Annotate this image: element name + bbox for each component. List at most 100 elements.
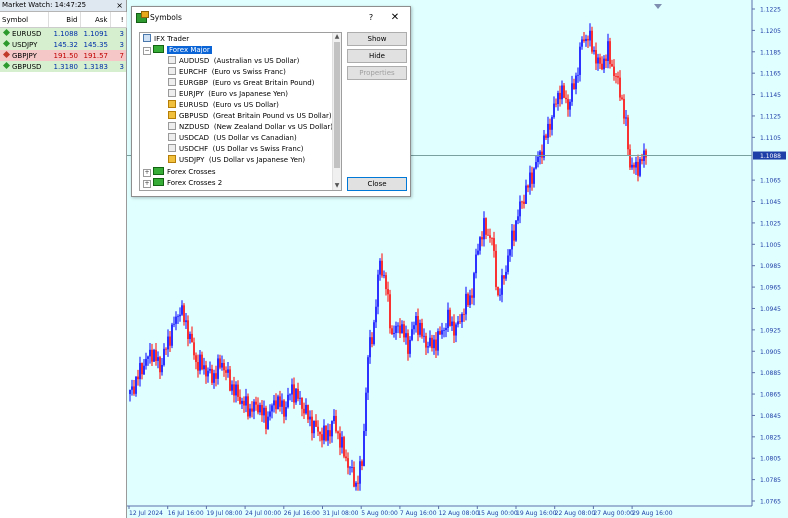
candle-body — [293, 384, 295, 403]
candle-body — [493, 238, 495, 251]
candle-body — [565, 97, 567, 100]
column-header-bid[interactable]: Bid — [48, 12, 81, 28]
candle-body — [239, 396, 241, 404]
candle-body — [583, 39, 585, 42]
tree-symbol-item[interactable]: EURJPY (Euro vs Japanese Yen) — [168, 89, 288, 100]
candle-body — [129, 389, 131, 395]
tree-root-node[interactable]: IFX Trader — [143, 34, 189, 45]
close-icon[interactable]: ✕ — [388, 7, 402, 28]
help-button[interactable]: ? — [364, 7, 378, 28]
expand-icon[interactable]: + — [143, 180, 151, 188]
tree-symbol-item[interactable]: AUDUSD (Australian vs US Dollar) — [168, 56, 299, 67]
tree-symbol-description: (US Dollar vs Japanese Yen) — [208, 156, 306, 164]
time-axis-label: 24 Jul 00:00 — [245, 510, 281, 517]
candle-body — [571, 83, 573, 102]
candle-body — [261, 405, 263, 416]
candle-body — [211, 368, 213, 383]
candle-body — [623, 98, 625, 119]
price-axis-label: 1.1165 — [760, 71, 781, 78]
candle-body — [645, 150, 647, 158]
tree-symbol-item[interactable]: USDCAD (US Dollar vs Canadian) — [168, 133, 297, 144]
market-watch-row[interactable]: GBPUSD 1.3180 1.3183 3 — [0, 61, 126, 72]
hide-button[interactable]: Hide — [347, 49, 407, 63]
candle-body — [265, 407, 267, 429]
candle-body — [489, 235, 491, 238]
candle-body — [357, 482, 359, 484]
candle-body — [287, 394, 289, 408]
tree-group-forex-crosses[interactable]: + Forex Crosses — [143, 167, 215, 178]
tree-group-forex-major[interactable]: − Forex Major — [143, 45, 212, 56]
tree-symbol-item[interactable]: EURCHF (Euro vs Swiss Franc) — [168, 67, 286, 78]
candle-body — [147, 356, 149, 359]
symbol-icon — [168, 100, 176, 108]
tree-symbol-name: USDCHF — [179, 145, 209, 153]
candle-body — [267, 416, 269, 429]
candle-body — [579, 46, 581, 75]
close-button[interactable]: Close — [347, 177, 407, 191]
tree-symbol-item[interactable]: USDCHF (US Dollar vs Swiss Franc) — [168, 144, 303, 155]
scrollbar-thumb[interactable] — [334, 42, 340, 168]
price-axis-label: 1.1205 — [760, 28, 781, 35]
tree-symbol-item[interactable]: GBPUSD (Great Britain Pound vs US Dollar… — [168, 111, 332, 122]
expand-icon[interactable]: + — [143, 169, 151, 177]
candle-body — [429, 337, 431, 347]
market-watch-close-icon[interactable]: × — [116, 0, 123, 11]
tree-symbol-item[interactable]: EURUSD (Euro vs US Dollar) — [168, 100, 279, 111]
candle-body — [277, 396, 279, 410]
candle-body — [257, 404, 259, 413]
tree-group-label: Forex Crosses 2 — [167, 179, 223, 187]
candle-body — [621, 97, 623, 99]
candle-body — [421, 322, 423, 337]
candle-body — [229, 369, 231, 391]
symbol-icon — [168, 78, 176, 86]
candle-body — [405, 333, 407, 338]
candle-body — [177, 316, 179, 318]
column-header-ask[interactable]: Ask — [80, 12, 111, 28]
candle-body — [219, 358, 221, 368]
symbols-tree[interactable]: IFX Trader − Forex Major AUDUSD (Australi… — [139, 32, 342, 191]
candle-body — [459, 321, 461, 323]
market-watch-panel: Market Watch: 14:47:25 × Symbol Bid Ask … — [0, 0, 127, 518]
symbol-cell: GBPJPY — [0, 50, 48, 61]
scroll-up-icon[interactable]: ▲ — [333, 33, 341, 41]
time-axis-label: 7 Aug 16:00 — [400, 510, 437, 517]
candle-body — [139, 363, 141, 380]
collapse-icon[interactable]: − — [143, 47, 151, 55]
candle-body — [279, 396, 281, 407]
candle-body — [337, 431, 339, 434]
candle-body — [531, 172, 533, 184]
candle-body — [169, 336, 171, 346]
tree-symbol-item[interactable]: EURGBP (Euro vs Great Britain Pound) — [168, 78, 314, 89]
candle-body — [555, 103, 557, 105]
candle-body — [365, 392, 367, 432]
tree-root-label: IFX Trader — [154, 35, 190, 43]
market-watch-row[interactable]: USDJPY 145.32 145.35 3 — [0, 39, 126, 50]
tree-group-forex-crosses-2[interactable]: + Forex Crosses 2 — [143, 178, 222, 189]
candle-body — [567, 99, 569, 110]
candle-body — [507, 255, 509, 272]
tree-symbol-item[interactable]: USDJPY (US Dollar vs Japanese Yen) — [168, 155, 305, 166]
candle-body — [319, 431, 321, 435]
candle-body — [173, 323, 175, 325]
candle-body — [237, 384, 239, 397]
candle-body — [629, 149, 631, 168]
ask-cell: 1.3183 — [80, 61, 110, 72]
market-watch-row[interactable]: EURUSD 1.1088 1.1091 3 — [0, 27, 126, 39]
candle-body — [523, 201, 525, 204]
show-button[interactable]: Show — [347, 32, 407, 46]
column-header-symbol[interactable]: Symbol — [0, 12, 49, 28]
scroll-down-icon[interactable]: ▼ — [333, 182, 341, 190]
dialog-title-bar[interactable]: Symbols ? ✕ — [132, 7, 410, 28]
tree-scrollbar[interactable]: ▲ ▼ — [332, 33, 341, 190]
candle-body — [373, 322, 375, 345]
candle-body — [317, 426, 319, 432]
tree-symbol-item[interactable]: NZDUSD (New Zealand Dollar vs US Dollar) — [168, 122, 333, 133]
column-header-spread[interactable]: ! — [110, 12, 127, 28]
candle-body — [329, 430, 331, 437]
candle-body — [241, 400, 243, 404]
candle-body — [509, 249, 511, 256]
candle-body — [413, 325, 415, 330]
properties-button[interactable]: Properties — [347, 66, 407, 80]
folder-icon — [153, 178, 164, 186]
market-watch-row[interactable]: GBPJPY 191.50 191.57 7 — [0, 50, 126, 61]
